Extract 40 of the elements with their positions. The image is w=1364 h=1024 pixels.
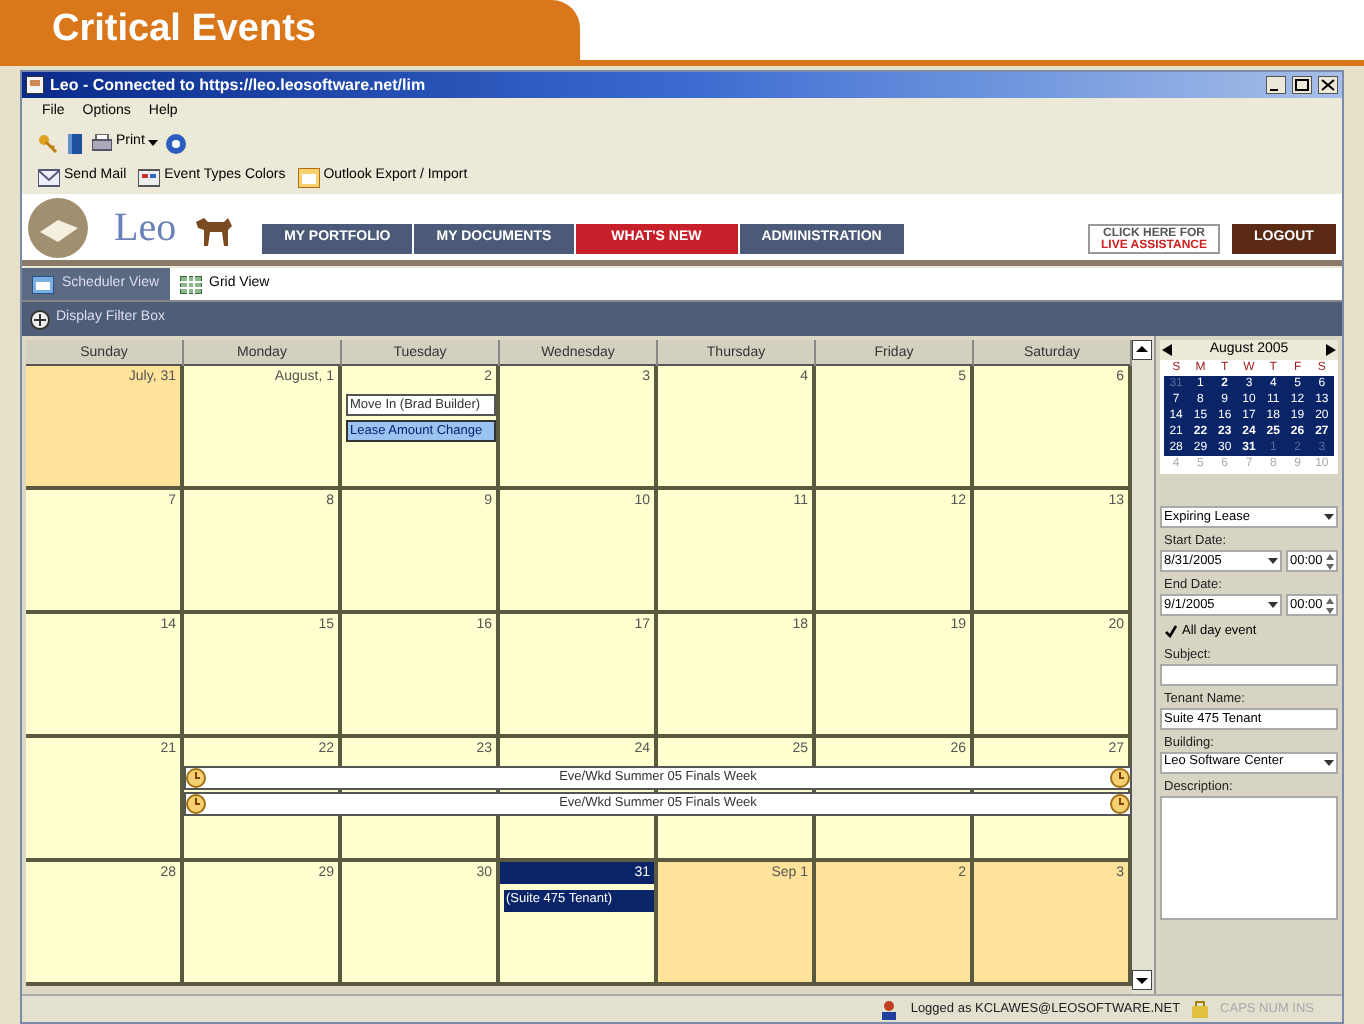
- clock-icon: [186, 793, 206, 813]
- dropdown-caret-icon: [1268, 558, 1278, 564]
- calendar-icon: [297, 167, 320, 187]
- close-icon[interactable]: [1318, 76, 1338, 94]
- logo-text: Leo: [114, 207, 177, 247]
- spinner-arrows-icon: [1326, 597, 1334, 613]
- clock-icon: [1109, 793, 1130, 813]
- grid-icon: [179, 275, 202, 293]
- book-icon: [66, 133, 84, 153]
- window-title: Leo - Connected to https://leo.leosoftware.net/lim: [50, 77, 426, 93]
- scroll-down-icon: [1132, 970, 1152, 990]
- description-field[interactable]: [1160, 795, 1338, 920]
- key-icon: [38, 133, 58, 153]
- dropdown-caret-icon: [1268, 602, 1278, 608]
- user-icon: [880, 999, 899, 1019]
- checkmark-icon: [1164, 624, 1178, 639]
- logo-emblem-icon: [26, 195, 90, 259]
- filter-icon: [30, 309, 50, 329]
- previous-month-icon[interactable]: [1162, 344, 1172, 356]
- mail-icon: [38, 167, 60, 187]
- help-icon: [166, 133, 187, 153]
- all-day-checkbox[interactable]: [1164, 624, 1178, 639]
- dropdown-caret-icon: [1324, 514, 1334, 520]
- dropdown-caret-icon: [1324, 759, 1334, 766]
- subject-field[interactable]: [1160, 663, 1338, 686]
- clock-icon: [1109, 767, 1130, 787]
- slide-title: Critical Events: [0, 0, 580, 60]
- scrollbar[interactable]: [1132, 336, 1154, 994]
- clock-icon: [186, 767, 206, 787]
- next-month-icon[interactable]: [1326, 344, 1336, 356]
- scroll-up-icon: [1132, 340, 1152, 360]
- minimize-icon[interactable]: [1266, 76, 1286, 94]
- printer-icon: [92, 134, 112, 152]
- spinner-arrows-icon: [1326, 553, 1334, 569]
- lock-icon: [1192, 1000, 1209, 1018]
- palette-icon: [138, 167, 161, 187]
- caret-icon: [148, 140, 159, 146]
- maximize-icon[interactable]: [1292, 76, 1312, 94]
- app-icon: [26, 76, 44, 94]
- scheduler-icon: [32, 275, 54, 293]
